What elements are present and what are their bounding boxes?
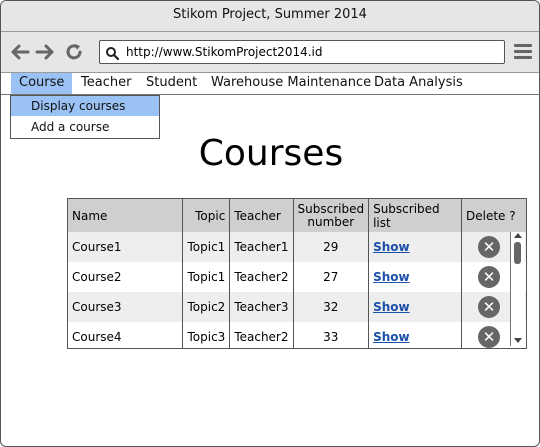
cell-subscribed-list: Show <box>368 322 462 348</box>
window-title: Stikom Project, Summer 2014 <box>1 1 539 32</box>
scroll-up-icon[interactable] <box>514 233 522 238</box>
cell-teacher: Teacher3 <box>229 292 294 322</box>
header-topic: Topic <box>182 199 231 232</box>
table-header: Name Topic Teacher Subscribed number Sub… <box>68 199 526 232</box>
cell-name: Course4 <box>68 322 184 348</box>
cell-teacher: Teacher2 <box>229 322 294 348</box>
url-text: http://www.StikomProject2014.id <box>126 45 323 59</box>
header-teacher: Teacher <box>229 199 294 232</box>
cell-topic: Topic2 <box>182 292 231 322</box>
header-delete: Delete ? <box>461 199 526 232</box>
menu-item-data-analysis[interactable]: Data Analysis <box>366 73 471 94</box>
url-bar[interactable]: http://www.StikomProject2014.id <box>99 40 505 64</box>
menu-item-teacher[interactable]: Teacher <box>73 73 139 94</box>
cell-subscribed-number: 32 <box>293 292 370 322</box>
arrow-left-icon[interactable] <box>9 41 31 63</box>
cell-topic: Topic1 <box>182 262 231 292</box>
cell-subscribed-number: 27 <box>293 262 370 292</box>
delete-circle-x-icon[interactable]: ✕ <box>478 326 500 348</box>
dropdown-item-display-courses[interactable]: Display courses <box>11 96 159 116</box>
cell-subscribed-list: Show <box>368 232 462 262</box>
cell-subscribed-number: 33 <box>293 322 370 348</box>
table-row: Course3 Topic2 Teacher3 32 Show ✕ <box>68 292 526 322</box>
cell-topic: Topic3 <box>182 322 231 348</box>
reload-icon[interactable] <box>63 41 85 63</box>
header-name: Name <box>68 199 184 232</box>
scrollbar-thumb[interactable] <box>514 242 521 264</box>
cell-name: Course3 <box>68 292 184 322</box>
table-row: Course4 Topic3 Teacher2 33 Show ✕ <box>68 322 526 348</box>
cell-subscribed-number: 29 <box>293 232 370 262</box>
cell-name: Course1 <box>68 232 184 262</box>
cell-teacher: Teacher2 <box>229 262 294 292</box>
search-icon <box>106 45 120 61</box>
cell-teacher: Teacher1 <box>229 232 294 262</box>
page-title: Courses <box>198 133 344 174</box>
show-link[interactable]: Show <box>373 270 410 284</box>
table-row: Course1 Topic1 Teacher1 29 Show ✕ <box>68 232 526 262</box>
scroll-down-icon[interactable] <box>514 338 522 343</box>
show-link[interactable]: Show <box>373 300 410 314</box>
table-row: Course2 Topic1 Teacher2 27 Show ✕ <box>68 262 526 292</box>
header-subscribed-number: Subscribed number <box>293 199 370 232</box>
menu-bar: Course Teacher Student Warehouse Mainten… <box>1 73 539 95</box>
hamburger-menu-icon[interactable] <box>514 44 532 60</box>
delete-circle-x-icon[interactable]: ✕ <box>478 266 500 288</box>
arrow-right-icon[interactable] <box>34 41 56 63</box>
show-link[interactable]: Show <box>373 240 410 254</box>
cell-topic: Topic1 <box>182 232 231 262</box>
menu-item-student[interactable]: Student <box>138 73 205 94</box>
cell-name: Course2 <box>68 262 184 292</box>
header-subscribed-list: Subscribed list <box>368 199 462 232</box>
browser-toolbar: http://www.StikomProject2014.id <box>1 32 539 73</box>
table-scrollbar[interactable] <box>510 232 525 346</box>
cell-subscribed-list: Show <box>368 262 462 292</box>
delete-circle-x-icon[interactable]: ✕ <box>478 236 500 258</box>
cell-subscribed-list: Show <box>368 292 462 322</box>
delete-circle-x-icon[interactable]: ✕ <box>478 296 500 318</box>
menu-item-warehouse-maintenance[interactable]: Warehouse Maintenance <box>203 73 379 94</box>
show-link[interactable]: Show <box>373 330 410 344</box>
browser-window: Stikom Project, Summer 2014 http://www.S… <box>0 0 540 447</box>
menu-item-course[interactable]: Course <box>11 73 73 94</box>
courses-table: Name Topic Teacher Subscribed number Sub… <box>67 198 527 349</box>
